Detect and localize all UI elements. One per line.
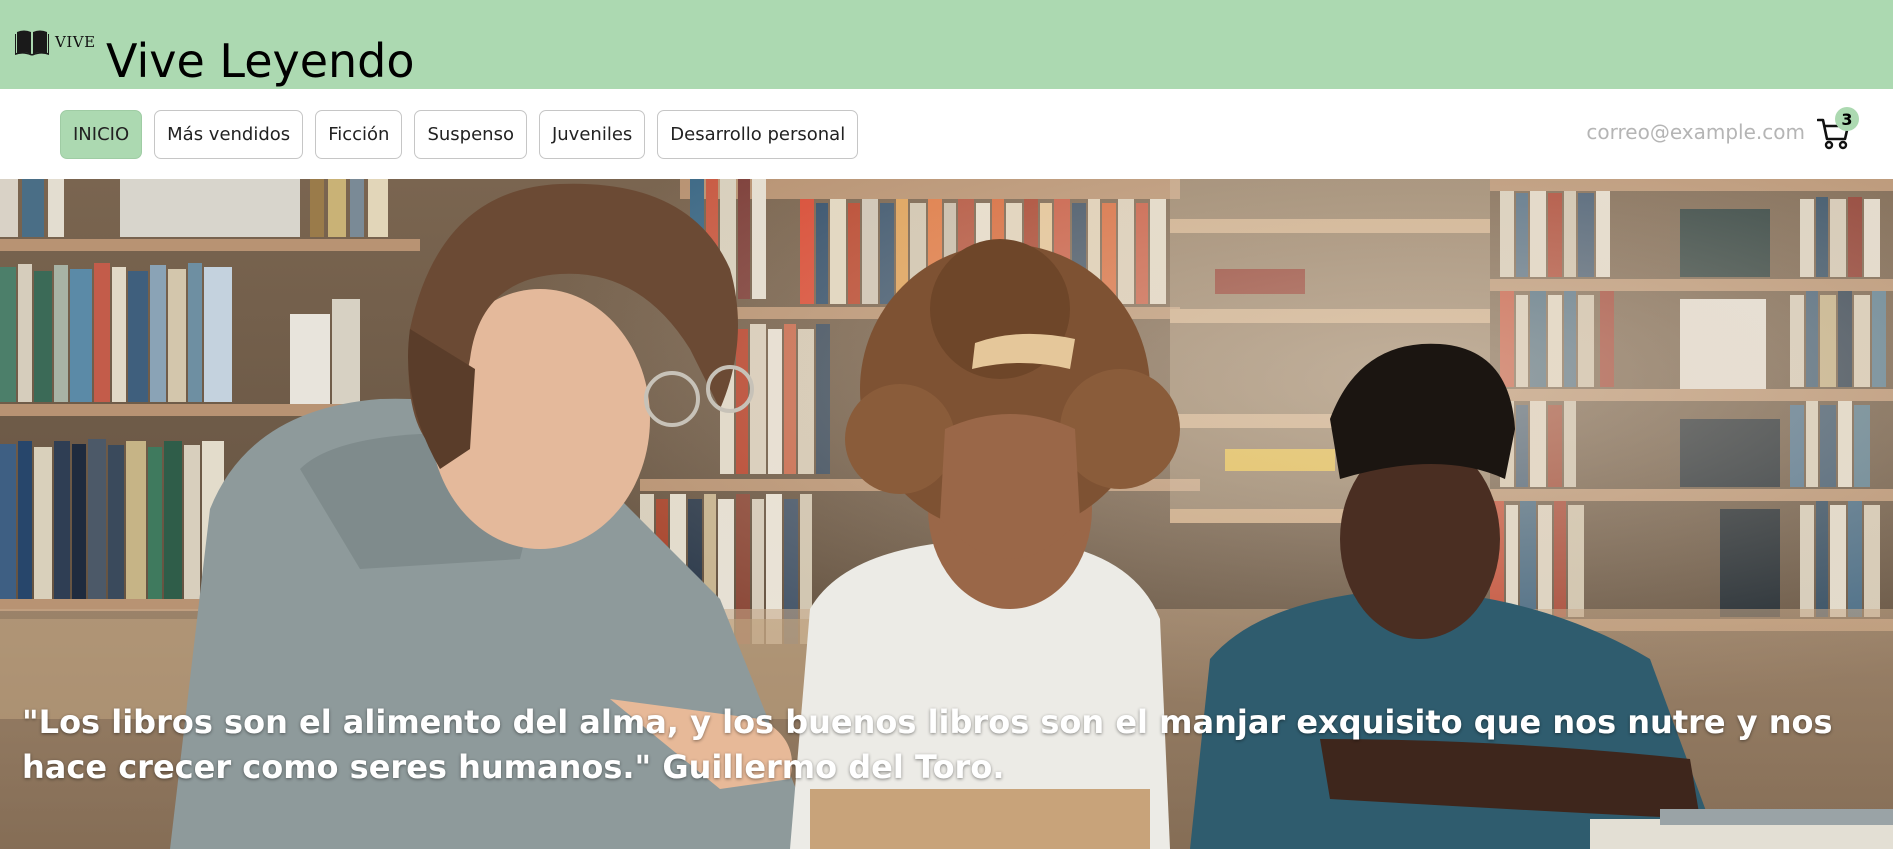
- nav-item-suspenso[interactable]: Suspenso: [414, 110, 527, 159]
- logo-text: VIVE: [55, 33, 96, 51]
- cart-button[interactable]: 3: [1815, 107, 1859, 151]
- nav-item-desarrollo-personal[interactable]: Desarrollo personal: [657, 110, 859, 159]
- cart-count-badge: 3: [1835, 107, 1859, 131]
- site-title[interactable]: Vive Leyendo: [106, 30, 415, 92]
- category-nav-list: INICIO Más vendidos Ficción Suspenso Juv…: [60, 110, 859, 159]
- hero-quote: "Los libros son el alimento del alma, y …: [22, 703, 1833, 786]
- nav-item-ficcion[interactable]: Ficción: [315, 110, 403, 159]
- user-email[interactable]: correo@example.com: [1586, 120, 1805, 144]
- nav-item-inicio[interactable]: INICIO: [60, 110, 143, 159]
- nav-item-mas-vendidos[interactable]: Más vendidos: [154, 110, 304, 159]
- nav-item-juveniles[interactable]: Juveniles: [538, 110, 646, 159]
- main-nav: INICIO Más vendidos Ficción Suspenso Juv…: [0, 89, 1893, 179]
- open-book-icon: [15, 30, 49, 56]
- hero-banner: "Los libros son el alimento del alma, y …: [0, 179, 1893, 849]
- site-header: VIVE Vive Leyendo: [0, 0, 1893, 89]
